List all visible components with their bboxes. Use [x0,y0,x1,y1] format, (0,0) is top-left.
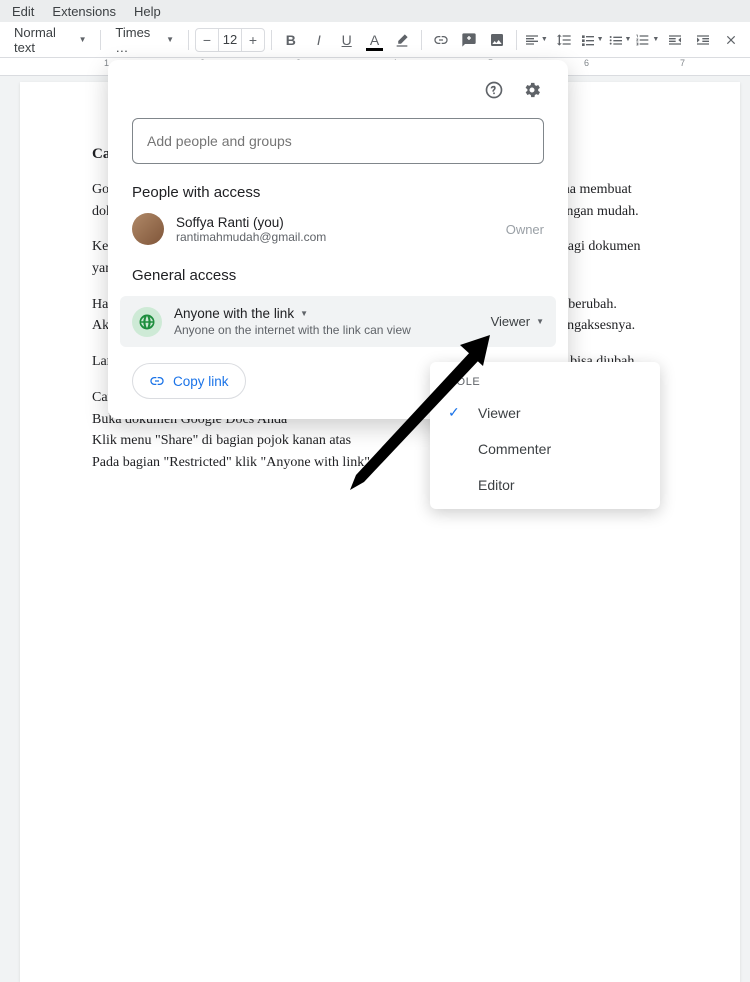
copy-link-label: Copy link [173,374,229,389]
role-menu: ROLE ✓ Viewer Commenter Editor [430,362,660,509]
person-email: rantimahmudah@gmail.com [176,230,494,244]
role-option-commenter[interactable]: Commenter [430,431,660,467]
general-access-title: General access [132,267,544,284]
role-menu-header: ROLE [430,370,660,394]
person-row: Soffya Ranti (you) rantimahmudah@gmail.c… [132,213,544,245]
role-option-editor[interactable]: Editor [430,467,660,503]
link-icon [149,373,165,389]
people-with-access-title: People with access [132,184,544,201]
copy-link-button[interactable]: Copy link [132,363,246,399]
access-role-dropdown[interactable]: Viewer▼ [491,314,544,329]
access-scope-dropdown[interactable]: Anyone with the link▼ [174,306,479,321]
globe-icon [132,307,162,337]
avatar [132,213,164,245]
general-access-row: Anyone with the link▼ Anyone on the inte… [120,296,556,347]
person-name: Soffya Ranti (you) [176,215,494,230]
access-description: Anyone on the internet with the link can… [174,323,479,337]
check-icon: ✓ [448,404,466,421]
gear-icon[interactable] [520,78,544,102]
help-icon[interactable] [482,78,506,102]
person-role: Owner [506,222,544,237]
add-people-input[interactable] [132,118,544,164]
role-option-viewer[interactable]: ✓ Viewer [430,394,660,431]
